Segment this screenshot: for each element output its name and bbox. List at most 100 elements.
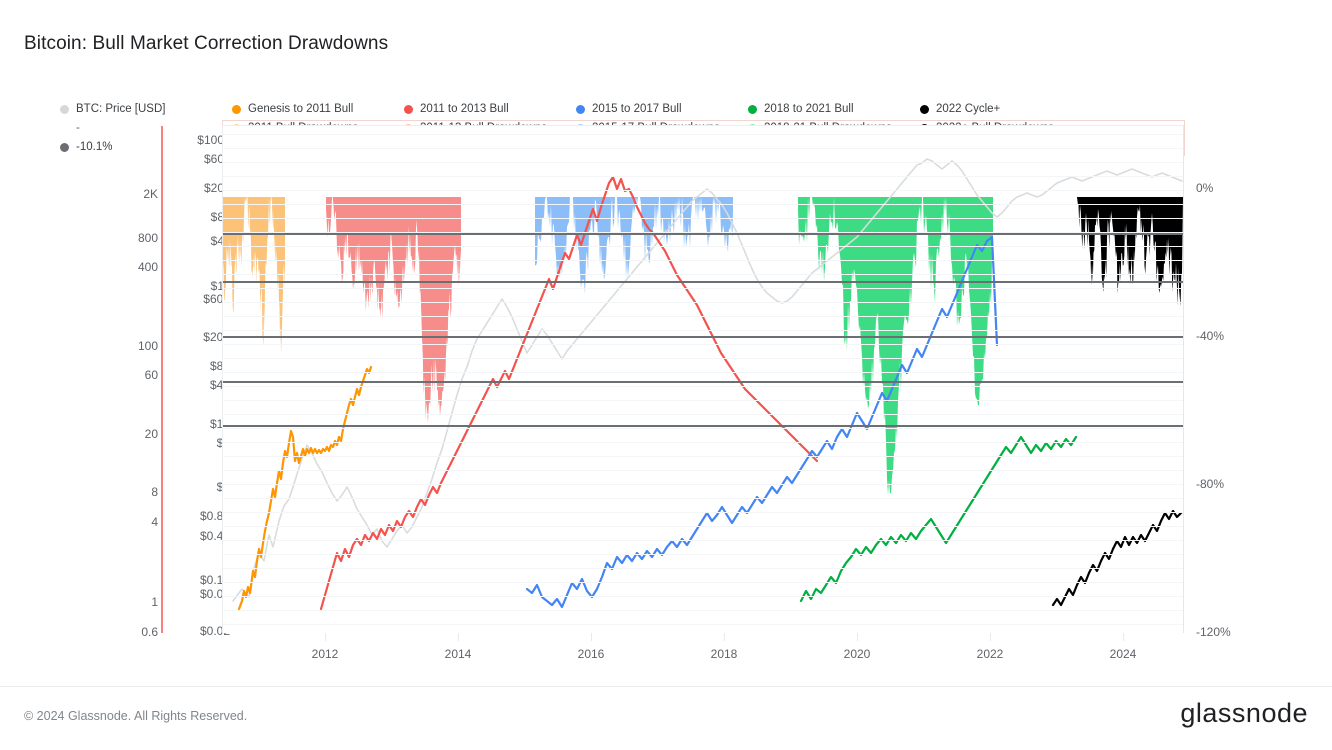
x-tick-label: 2020 — [843, 647, 871, 661]
legend-color-dot — [232, 104, 241, 114]
gridline — [223, 456, 1183, 457]
gridline — [223, 400, 1183, 401]
reference-line-neg23_6 — [223, 233, 1183, 235]
gridline — [223, 610, 1183, 611]
y-tick-label: 8 — [151, 485, 158, 499]
gridline — [223, 386, 1183, 387]
y-tick-label: 4 — [151, 515, 158, 529]
y-tick-label: 800 — [137, 231, 158, 245]
legend-label: -10.1% — [76, 141, 113, 153]
x-tick-mark — [458, 633, 459, 641]
reference-line-neg38_2 — [223, 281, 1183, 283]
page-title: Bitcoin: Bull Market Correction Drawdown… — [24, 33, 389, 54]
legend-item-cycle-2022-0[interactable]: 2022 Cycle+ — [920, 100, 1054, 118]
legend-label: 2011 to 2013 Bull — [420, 103, 509, 115]
gridline — [223, 344, 1183, 345]
legend-label: 2022 Cycle+ — [936, 103, 1001, 115]
y-tick-label: $10 — [209, 417, 230, 431]
y-tick-label: $1k — [210, 279, 230, 293]
price-axis-line — [161, 126, 163, 633]
legend-divider — [1184, 120, 1185, 156]
legend-color-dot — [60, 142, 69, 152]
x-tick-mark — [591, 633, 592, 641]
legend-color-dot — [404, 104, 413, 114]
legend-item-bull-2018-2021-0[interactable]: 2018 to 2021 Bull — [748, 100, 892, 118]
gridline — [223, 162, 1183, 163]
gridline — [223, 442, 1183, 443]
legend-item-bull-2015-2017-0[interactable]: 2015 to 2017 Bull — [576, 100, 720, 118]
gridline — [223, 554, 1183, 555]
x-tick-label: 2016 — [577, 647, 605, 661]
legend-divider — [222, 120, 1184, 121]
legend-label: BTC: Price [USD] — [76, 103, 166, 115]
legend-color-dot — [748, 104, 757, 114]
y-tick-label: 0.6 — [141, 625, 158, 639]
x-tick-mark — [724, 633, 725, 641]
gridline — [223, 274, 1183, 275]
y-tick-label: $600 — [203, 292, 230, 306]
series-line — [799, 435, 1078, 603]
gridline — [223, 204, 1183, 205]
x-tick-mark — [1123, 633, 1124, 641]
gridline — [223, 498, 1183, 499]
drawdown-band — [1077, 197, 1183, 307]
legend-item-btc-price-0[interactable]: BTC: Price [USD] — [60, 100, 165, 118]
reference-line-neg61_8 — [223, 381, 1183, 383]
legend-item-btc-price-1[interactable]: - — [60, 119, 165, 137]
gridline — [223, 260, 1183, 261]
series-line — [237, 365, 373, 611]
series-line — [525, 235, 999, 609]
gridline — [223, 526, 1183, 527]
legend-item-btc-price-2[interactable]: -10.1% — [60, 138, 165, 156]
y-tick-label: $20k — [203, 181, 230, 195]
y-tick-label: $40 — [209, 378, 230, 392]
legend-item-genesis-2011-0[interactable]: Genesis to 2011 Bull — [232, 100, 358, 118]
legend-color-dot — [576, 104, 585, 114]
chart-page: Bitcoin: Bull Market Correction Drawdown… — [0, 0, 1332, 750]
y-tick-label: $6 — [168, 437, 230, 449]
y-tick-label: 60 — [144, 368, 158, 382]
gridline — [223, 134, 1183, 135]
y-tick-label: $0.10 — [199, 573, 230, 587]
x-tick-mark — [325, 633, 326, 641]
legend-label: - — [76, 122, 80, 134]
legend-item-bull-2011-2013-0[interactable]: 2011 to 2013 Bull — [404, 100, 547, 118]
y-tick-label: $2 — [168, 481, 230, 493]
gridline — [223, 330, 1183, 331]
gridline — [223, 246, 1183, 247]
x-tick-mark — [990, 633, 991, 641]
gridline — [223, 218, 1183, 219]
y-tick-label: 100 — [137, 339, 158, 353]
glassnode-logo: glassnode — [1180, 698, 1308, 728]
y-tick-label: $0.40 — [199, 529, 230, 543]
gridline — [223, 176, 1183, 177]
y-tick-label: $0.02 — [199, 624, 230, 638]
legend-column-btc-price[interactable]: BTC: Price [USD] - -10.1% — [60, 100, 165, 157]
y-tick-label: $8k — [210, 210, 230, 224]
gridline — [223, 372, 1183, 373]
gridline — [223, 512, 1183, 513]
y-tick-label: 0% — [1196, 181, 1214, 195]
y-tick-label: 400 — [137, 260, 158, 274]
gridline — [223, 568, 1183, 569]
y-tick-label: $80 — [209, 359, 230, 373]
gridline — [223, 484, 1183, 485]
legend-label: 2015 to 2017 Bull — [592, 103, 682, 115]
y-tick-label: $60k — [203, 152, 230, 166]
gridline — [223, 190, 1183, 191]
legend-color-dot — [920, 104, 929, 114]
x-tick-label: 2018 — [710, 647, 738, 661]
gridline — [223, 582, 1183, 583]
y-tick-label: $4k — [210, 234, 230, 248]
drawdown-band — [798, 197, 993, 495]
gridline — [223, 428, 1183, 429]
gridline — [223, 316, 1183, 317]
y-tick-label: 2K — [143, 187, 158, 201]
gridline — [223, 358, 1183, 359]
gridline — [223, 470, 1183, 471]
drawdown-band — [413, 197, 461, 423]
copyright-text: © 2024 Glassnode. All Rights Reserved. — [24, 709, 248, 723]
reference-line-neg78_6 — [223, 425, 1183, 427]
x-tick-label: 2014 — [444, 647, 472, 661]
chart-plot-area[interactable] — [222, 125, 1184, 633]
